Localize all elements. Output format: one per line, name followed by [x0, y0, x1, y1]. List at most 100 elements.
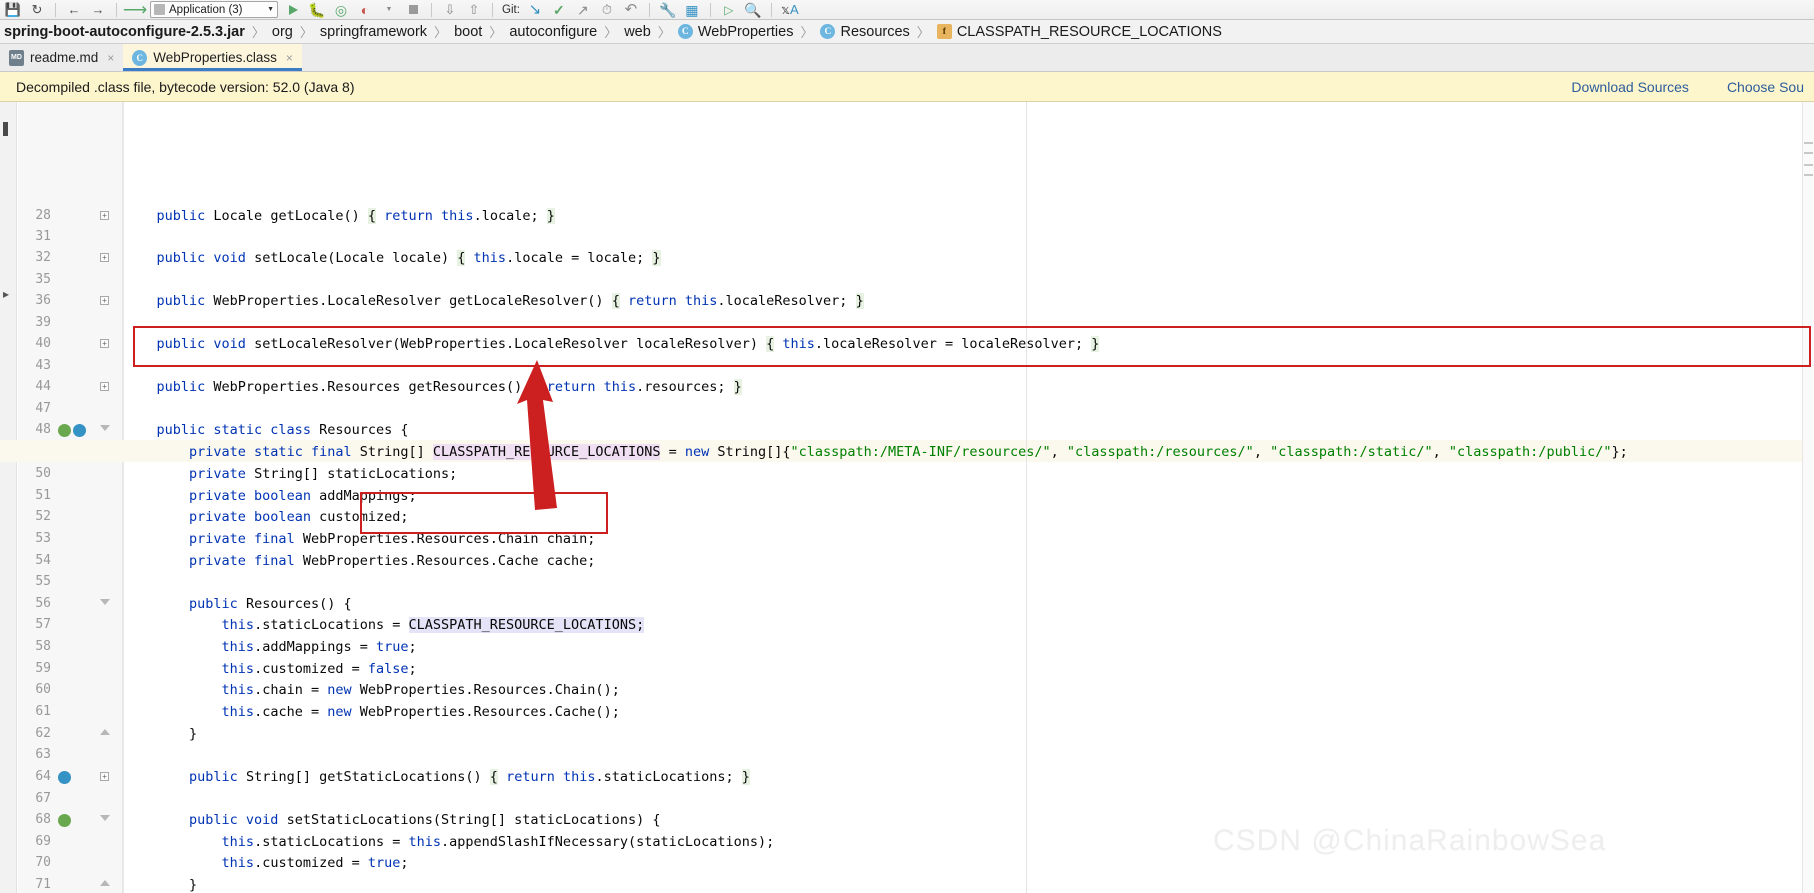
code-token: this — [474, 250, 507, 266]
run-configuration-selector[interactable]: Application (3) ▼ — [150, 1, 278, 18]
fold-toggle-icon[interactable] — [100, 729, 111, 740]
code-token — [124, 422, 157, 438]
code-token: .customized = — [254, 855, 368, 871]
override-marker-icon[interactable] — [73, 424, 86, 437]
download-sources-link[interactable]: Download Sources — [1571, 79, 1689, 95]
git-update-icon[interactable]: ↘ — [526, 1, 544, 19]
run-coverage-icon[interactable]: ◎ — [332, 1, 350, 19]
code-token: .addMappings = — [254, 639, 376, 655]
code-token: public — [157, 208, 214, 224]
code-token — [124, 466, 189, 482]
code-token: public — [157, 379, 214, 395]
breadcrumb-item[interactable]: autoconfigure — [507, 24, 599, 40]
usage-marker-icon[interactable] — [58, 814, 71, 827]
code-token — [124, 661, 222, 677]
breadcrumb-item[interactable]: fCLASSPATH_RESOURCE_LOCATIONS — [935, 24, 1224, 40]
debug-icon[interactable]: 🐛 — [308, 1, 326, 19]
code-token: new — [327, 704, 360, 720]
chevron-down-icon[interactable]: ▼ — [380, 1, 398, 19]
fold-toggle-icon[interactable]: + — [100, 296, 111, 307]
fold-toggle-icon[interactable] — [100, 599, 111, 610]
code-token: WebProperties.Resources.Cache cache; — [303, 553, 596, 569]
code-editor[interactable]: ▸ 28+3132+3536+3940+4344+474849505152535… — [0, 102, 1814, 893]
fold-toggle-icon[interactable]: + — [100, 253, 111, 264]
code-token: new — [327, 682, 360, 698]
stop-icon[interactable] — [404, 1, 422, 19]
rollback-icon[interactable]: ↶ — [622, 1, 640, 19]
code-token — [124, 293, 157, 309]
line-number: 54 — [21, 553, 51, 568]
breadcrumb-item[interactable]: boot — [452, 24, 484, 40]
code-token: .resources; — [636, 379, 734, 395]
code-token: .cache = — [254, 704, 327, 720]
line-number: 47 — [21, 401, 51, 416]
breadcrumb-item[interactable]: CResources — [818, 24, 911, 40]
search-icon[interactable]: 🔍 — [744, 1, 762, 19]
step-down-icon[interactable]: ⇩ — [441, 1, 459, 19]
breadcrumb-item-label: autoconfigure — [509, 24, 597, 40]
code-token — [124, 553, 189, 569]
history-icon[interactable]: ⏱ — [598, 1, 616, 19]
code-token: return — [547, 379, 604, 395]
code-token: CLASSPATH_RESOURCE_LOCATIONS; — [409, 617, 645, 633]
code-line: private boolean addMappings; — [124, 488, 417, 504]
back-icon[interactable]: ← — [65, 1, 83, 19]
toolbar-divider — [710, 3, 711, 17]
fold-toggle-icon[interactable] — [100, 880, 111, 891]
breadcrumb-item[interactable]: spring-boot-autoconfigure-2.5.3.jar — [2, 24, 247, 40]
code-token — [124, 444, 189, 460]
editor-tab[interactable]: CWebProperties.class× — [123, 44, 302, 71]
translate-icon[interactable]: 𝕩A — [781, 1, 799, 19]
fold-toggle-icon[interactable]: + — [100, 339, 111, 350]
fold-toggle-icon[interactable] — [100, 815, 111, 826]
notification-actions: Download Sources Choose Sou — [1571, 79, 1814, 95]
code-token — [498, 769, 506, 785]
code-token: Resources() { — [246, 596, 352, 612]
breadcrumb-separator: 〉 — [489, 22, 502, 41]
run-anything-icon[interactable]: ▷ — [720, 1, 738, 19]
wrench-icon[interactable]: 🔧 — [659, 1, 677, 19]
fold-toggle-icon[interactable] — [100, 425, 111, 436]
code-token: public — [157, 293, 214, 309]
git-commit-icon[interactable]: ✓ — [550, 1, 568, 19]
breadcrumb-item[interactable]: web — [622, 24, 653, 40]
line-number: 35 — [21, 272, 51, 287]
forward-icon[interactable]: → — [89, 1, 107, 19]
fold-toggle-icon[interactable]: + — [100, 382, 111, 393]
editor-tab[interactable]: MDreadme.md× — [0, 44, 123, 71]
code-line: private static final String[] CLASSPATH_… — [124, 444, 1628, 460]
code-token — [376, 208, 384, 224]
run-icon[interactable] — [284, 1, 302, 19]
override-marker-icon[interactable] — [58, 771, 71, 784]
git-label: Git: — [502, 4, 520, 16]
code-token: true — [368, 855, 401, 871]
breadcrumb-separator: 〉 — [604, 22, 617, 41]
code-line: public Locale getLocale() { return this.… — [124, 208, 555, 224]
save-all-icon[interactable]: 💾 — [4, 1, 22, 19]
breadcrumb-item[interactable]: CWebProperties — [676, 24, 796, 40]
code-token: this — [222, 855, 255, 871]
close-icon[interactable]: × — [286, 51, 293, 65]
code-content[interactable]: public Locale getLocale() { return this.… — [124, 102, 1814, 893]
fold-toggle-icon[interactable]: + — [100, 772, 111, 783]
choose-sources-link[interactable]: Choose Sou — [1727, 79, 1804, 95]
close-icon[interactable]: × — [107, 51, 114, 65]
breadcrumb-item[interactable]: springframework — [318, 24, 429, 40]
line-number: 64 — [21, 769, 51, 784]
git-push-icon[interactable]: ↗ — [574, 1, 592, 19]
fold-toggle-icon[interactable]: + — [100, 211, 111, 222]
line-number: 60 — [21, 682, 51, 697]
breadcrumb-item[interactable]: org — [270, 24, 295, 40]
code-token: WebProperties.Resources.Cache(); — [360, 704, 620, 720]
step-up-icon[interactable]: ⇧ — [465, 1, 483, 19]
structure-icon[interactable]: ▦ — [683, 1, 701, 19]
undo-arrow-icon[interactable]: ⟶ — [126, 1, 144, 19]
impl-marker-icon[interactable] — [58, 424, 71, 437]
line-number: 48 — [21, 422, 51, 437]
editor-gutter[interactable]: 28+3132+3536+3940+4344+47484950515253545… — [18, 102, 124, 893]
error-stripe-marker-bar[interactable] — [1802, 102, 1814, 893]
sync-icon[interactable]: ↻ — [28, 1, 46, 19]
code-token: WebProperties.Resources getResources() — [213, 379, 530, 395]
profile-icon[interactable]: ◐ — [356, 1, 374, 19]
code-token: public — [189, 596, 246, 612]
